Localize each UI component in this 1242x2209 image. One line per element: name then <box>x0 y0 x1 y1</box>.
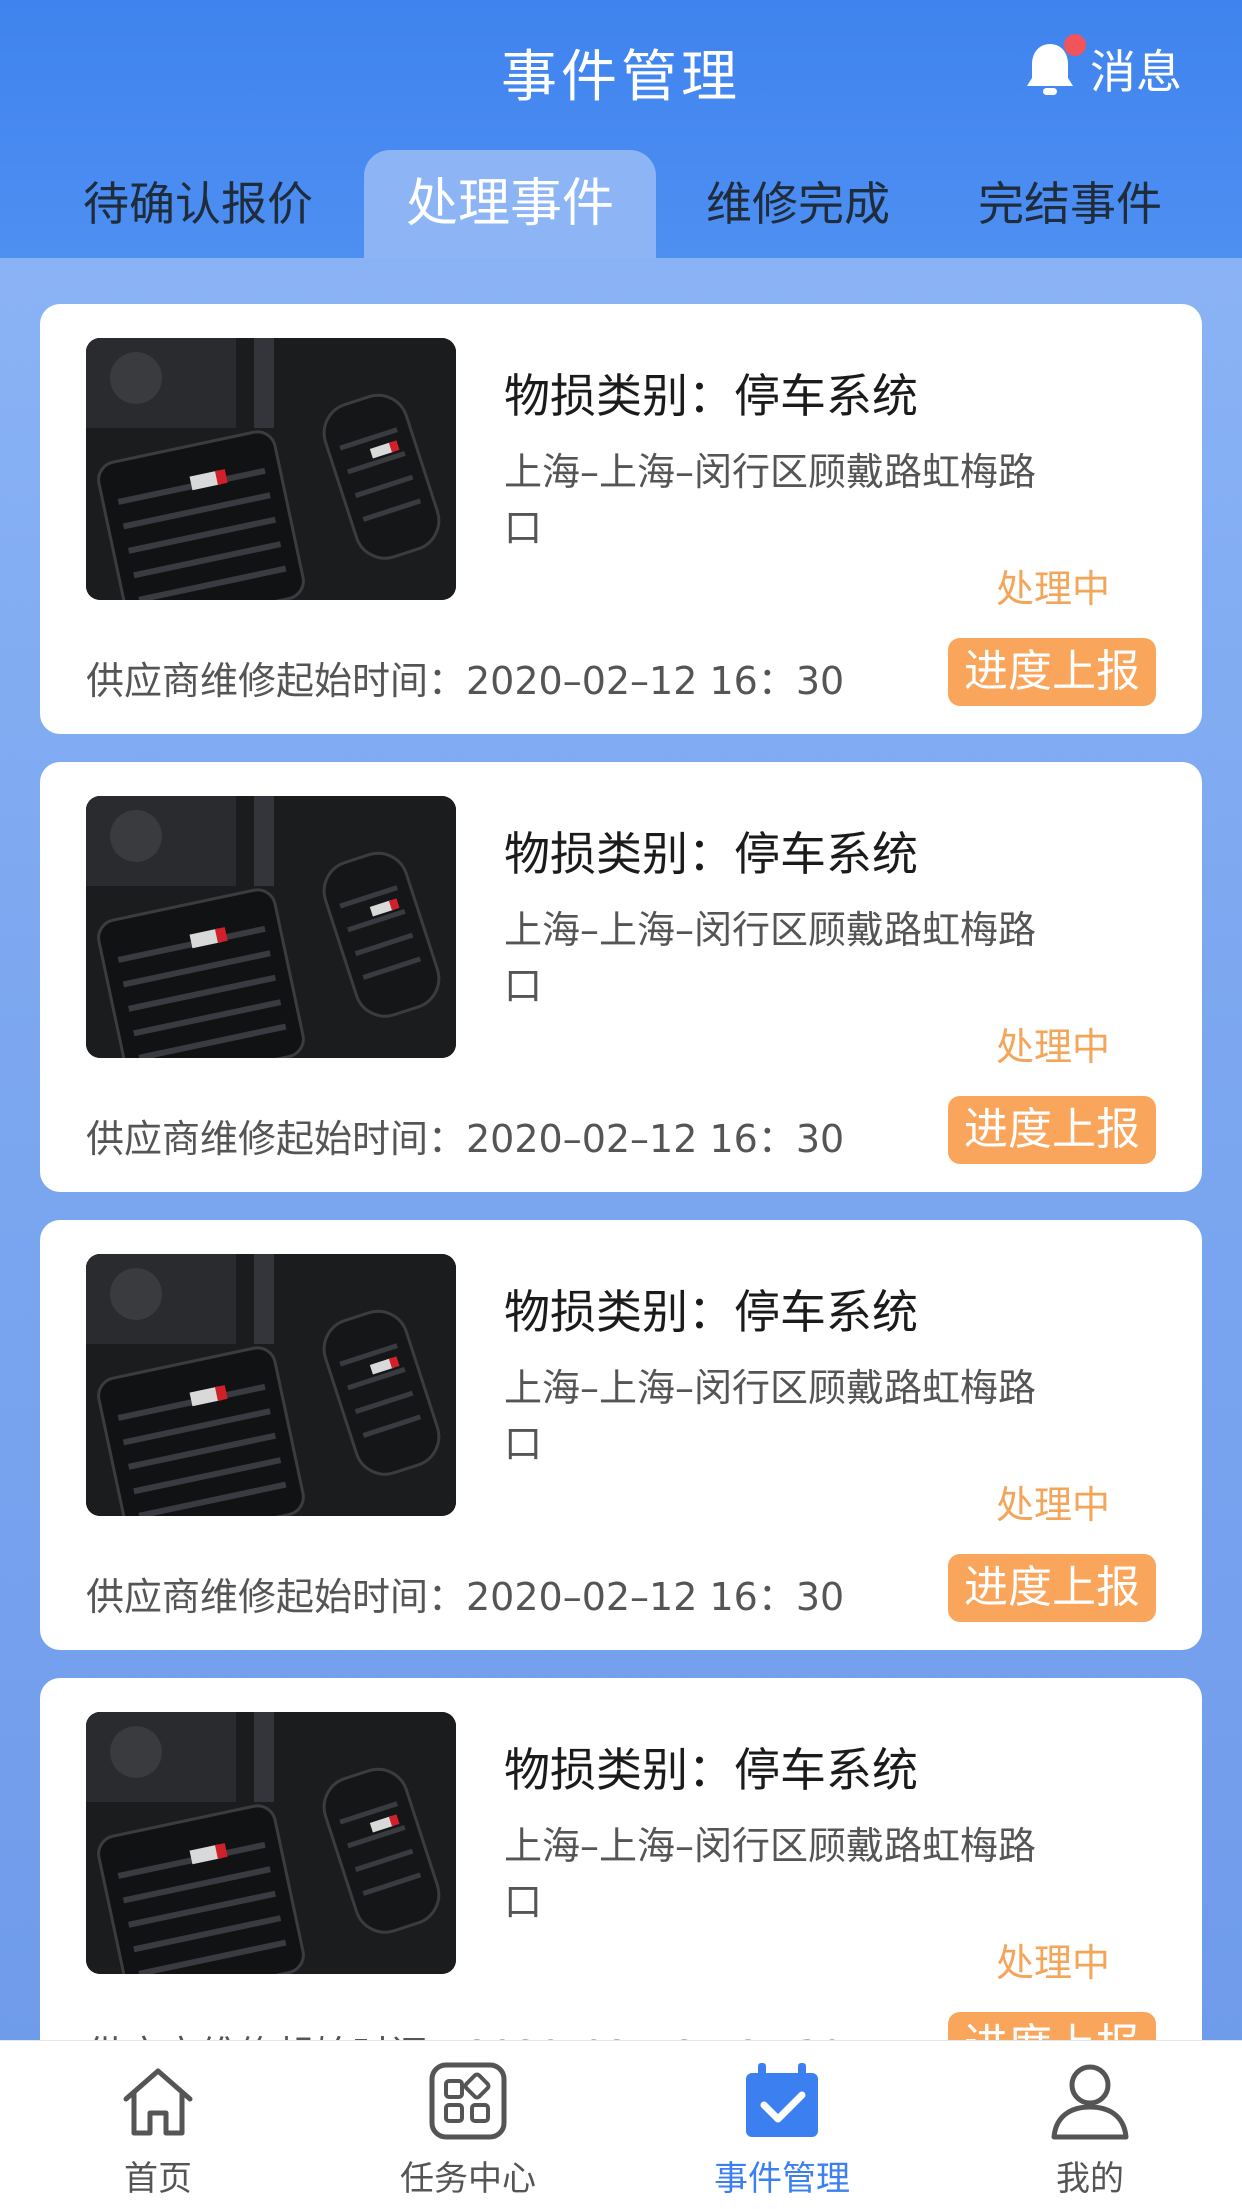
event-card[interactable]: 物损类别：停车系统 上海–上海–闵行区顾戴路虹梅路口 处理中 供应商维修起始时间… <box>40 1678 1202 2040</box>
event-card[interactable]: 物损类别：停车系统 上海–上海–闵行区顾戴路虹梅路口 处理中 供应商维修起始时间… <box>40 1220 1202 1650</box>
user-icon <box>1051 2064 1129 2140</box>
home-icon <box>123 2068 193 2136</box>
status-badge: 处理中 <box>995 1941 1110 1985</box>
messages-button[interactable]: 消息 <box>1024 34 1182 102</box>
pedal-thumbnail <box>86 338 456 600</box>
repair-start-time: 供应商维修起始时间：2020–02–12 16：30 <box>86 2024 844 2040</box>
tab-repair-complete[interactable]: 维修完成 <box>680 150 916 258</box>
status-badge: 处理中 <box>995 1483 1110 1527</box>
pedal-thumbnail <box>86 1712 456 1974</box>
event-address: 上海–上海–闵行区顾戴路虹梅路口 <box>504 908 1037 1008</box>
nav-task-center[interactable]: 任务中心 <box>358 2041 578 2209</box>
progress-report-button[interactable]: 进度上报 <box>948 2012 1156 2040</box>
damage-category: 物损类别：停车系统 <box>504 827 918 881</box>
tab-pending-quote[interactable]: 待确认报价 <box>48 150 348 258</box>
event-address: 上海–上海–闵行区顾戴路虹梅路口 <box>504 450 1037 550</box>
top-header: 事件管理 消息 待确认报价 处理事件 维修完成 完结事件 <box>0 0 1242 258</box>
status-badge: 处理中 <box>995 1025 1110 1069</box>
nav-home[interactable]: 首页 <box>48 2041 268 2209</box>
bottom-nav: 首页 任务中心 事件管理 我的 <box>0 2040 1242 2209</box>
nav-event-management[interactable]: 事件管理 <box>672 2041 892 2209</box>
damage-category: 物损类别：停车系统 <box>504 369 918 423</box>
bell-icon <box>1024 34 1086 98</box>
repair-start-time: 供应商维修起始时间：2020–02–12 16：30 <box>86 1575 845 1619</box>
nav-task-center-label: 任务中心 <box>400 2159 536 2199</box>
pedal-thumbnail <box>86 796 456 1058</box>
progress-report-button[interactable]: 进度上报 <box>948 1096 1156 1164</box>
nav-mine-label: 我的 <box>1056 2159 1124 2199</box>
damage-category: 物损类别：停车系统 <box>504 1285 918 1339</box>
calendar-check-icon <box>746 2063 818 2137</box>
nav-home-label: 首页 <box>124 2159 192 2199</box>
event-address: 上海–上海–闵行区顾戴路虹梅路口 <box>504 1366 1037 1466</box>
progress-report-button[interactable]: 进度上报 <box>948 638 1156 706</box>
tab-closed[interactable]: 完结事件 <box>950 150 1190 258</box>
event-card[interactable]: 物损类别：停车系统 上海–上海–闵行区顾戴路虹梅路口 处理中 供应商维修起始时间… <box>40 304 1202 734</box>
tab-bar: 待确认报价 处理事件 维修完成 完结事件 <box>0 150 1242 258</box>
pedal-thumbnail <box>86 1254 456 1516</box>
status-badge: 处理中 <box>995 567 1110 611</box>
event-list[interactable]: 物损类别：停车系统 上海–上海–闵行区顾戴路虹梅路口 处理中 供应商维修起始时间… <box>40 304 1202 2040</box>
nav-event-management-label: 事件管理 <box>714 2159 850 2199</box>
nav-mine[interactable]: 我的 <box>980 2041 1200 2209</box>
progress-report-button[interactable]: 进度上报 <box>948 1554 1156 1622</box>
repair-start-time: 供应商维修起始时间：2020–02–12 16：30 <box>86 1117 845 1161</box>
damage-category: 物损类别：停车系统 <box>504 1743 918 1797</box>
notification-dot <box>1064 34 1086 56</box>
event-card[interactable]: 物损类别：停车系统 上海–上海–闵行区顾戴路虹梅路口 处理中 供应商维修起始时间… <box>40 762 1202 1192</box>
event-address: 上海–上海–闵行区顾戴路虹梅路口 <box>504 1824 1037 1924</box>
messages-label: 消息 <box>1090 45 1182 99</box>
task-center-icon <box>429 2062 507 2140</box>
repair-start-time: 供应商维修起始时间：2020–02–12 16：30 <box>86 659 845 703</box>
tab-processing[interactable]: 处理事件 <box>364 150 656 258</box>
